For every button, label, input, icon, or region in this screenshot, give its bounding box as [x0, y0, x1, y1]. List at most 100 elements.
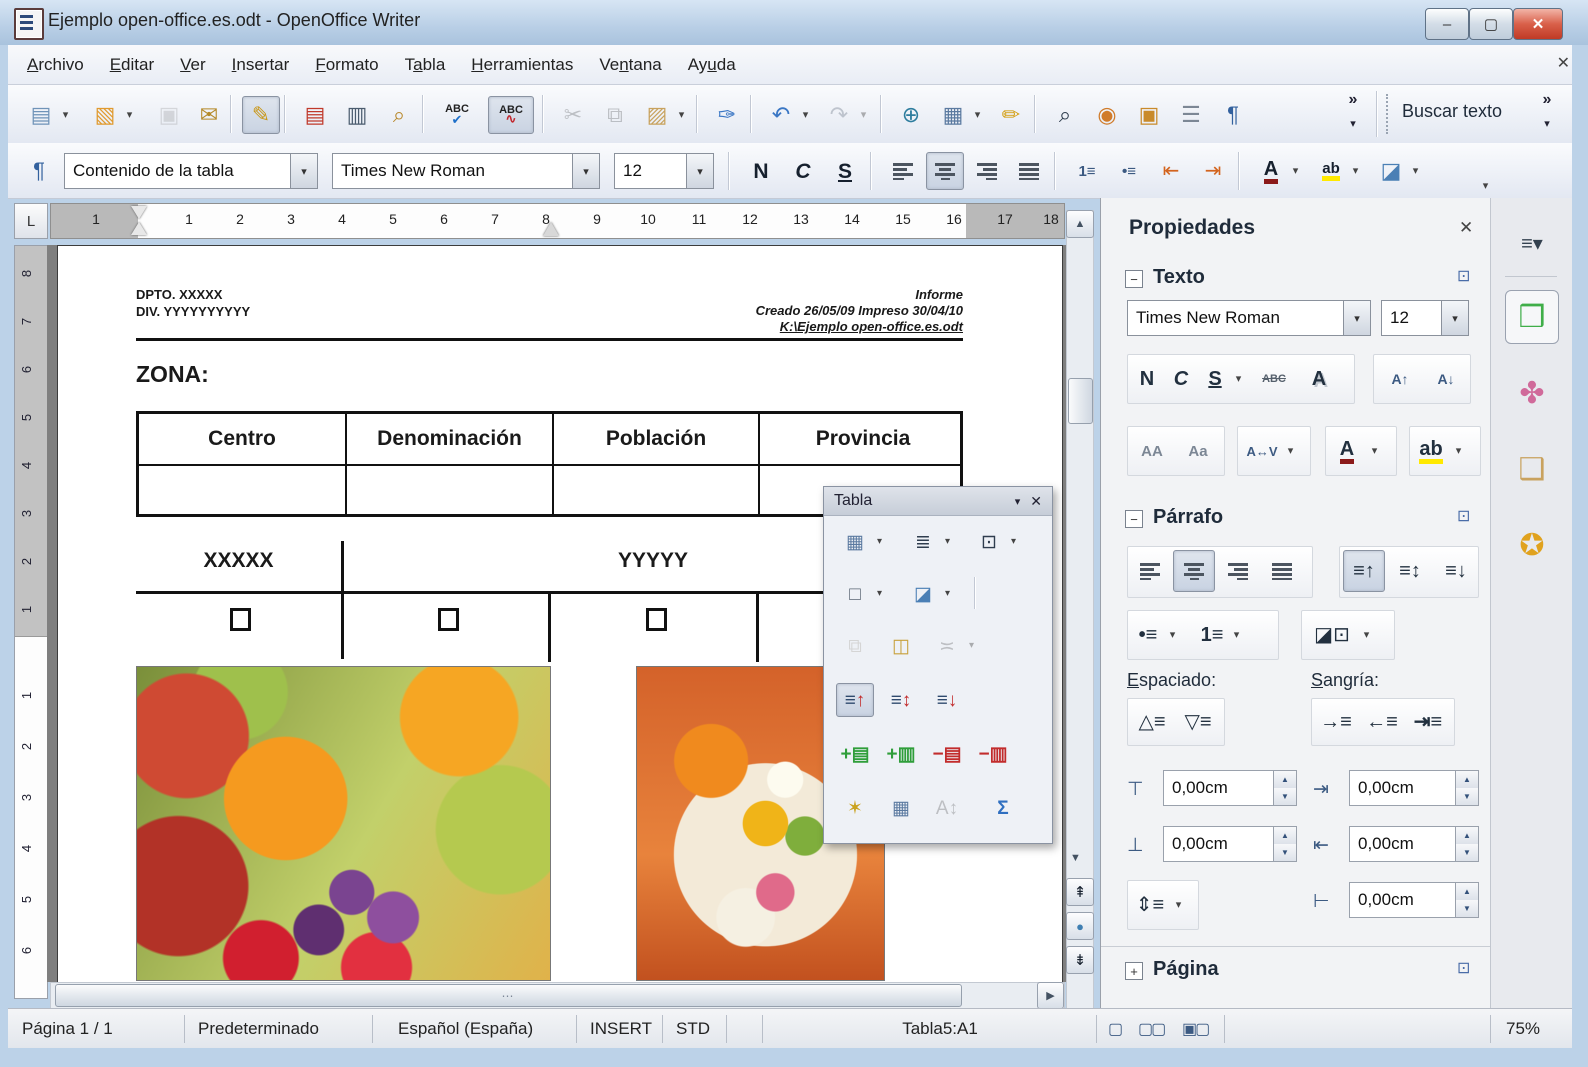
autospellcheck-button[interactable]: ABC∿ — [488, 96, 534, 134]
pal-insert-table-button[interactable]: ▦ — [836, 525, 874, 559]
pal-align-bottom-button[interactable]: ≡↓ — [928, 683, 966, 717]
sb-strikethrough-button[interactable]: ABC — [1251, 358, 1297, 400]
status-insert-mode[interactable]: INSERT — [590, 1019, 652, 1039]
pal-line-style-dropdown[interactable]: ▾ — [941, 525, 954, 557]
table-header-poblacion[interactable]: Población — [554, 427, 758, 451]
sidebar-close-icon[interactable]: ✕ — [1459, 218, 1473, 238]
sb-underline-dropdown[interactable]: ▾ — [1231, 360, 1246, 396]
pal-table-properties-button[interactable]: ▦ — [882, 791, 920, 825]
menu-ver[interactable]: Ver — [167, 49, 219, 81]
view-two-pages-button[interactable]: ▢▢ — [1138, 1019, 1164, 1039]
insert-table-button[interactable]: ▦ — [934, 96, 972, 134]
sb-line-spacing-dropdown[interactable]: ▾ — [1171, 886, 1186, 922]
status-language[interactable]: Español (España) — [398, 1019, 533, 1039]
decrease-indent-button[interactable]: ⇤ — [1152, 152, 1190, 190]
tabla-floating-toolbar[interactable]: Tabla ▾ ✕ ▦ ▾ ≣ ▾ ⊡ ▾ □ ▾ ◪ ▾ ⧉ ◫ ≍ ▾ ≡↑… — [823, 486, 1053, 844]
navigate-by-button[interactable]: ● — [1066, 912, 1094, 940]
new-document-dropdown[interactable]: ▾ — [58, 96, 73, 132]
sb-bullet-list-button[interactable]: •≡ — [1129, 614, 1167, 656]
sb-uppercase-button[interactable]: AA — [1129, 430, 1175, 472]
sb-justify-button[interactable] — [1261, 550, 1303, 592]
tab-gallery[interactable]: ❑ — [1505, 442, 1559, 496]
doc-header-div[interactable]: DIV. YYYYYYYYYY — [136, 304, 250, 319]
data-sources-button[interactable]: ☰ — [1172, 96, 1210, 134]
find-toolbar-overflow[interactable]: » ▾ — [1534, 91, 1560, 130]
align-left-button[interactable] — [884, 152, 922, 190]
find-toolbar-grip[interactable] — [1386, 94, 1394, 134]
ruler-corner[interactable]: L — [14, 203, 48, 239]
sidebar-font-combo[interactable]: Times New Roman ▾ — [1127, 300, 1371, 336]
pal-borders-button[interactable]: ⊡ — [970, 525, 1008, 559]
new-document-button[interactable]: ▤ — [22, 96, 60, 134]
tabla-title-bar[interactable]: Tabla ▾ ✕ — [824, 487, 1052, 516]
doc-header-informe[interactable]: Informe — [558, 287, 963, 302]
status-page[interactable]: Página 1 / 1 — [22, 1019, 113, 1039]
pagina-expand-icon[interactable]: + — [1125, 962, 1143, 980]
combo-arrow-icon[interactable]: ▾ — [290, 154, 317, 188]
draw-functions-button[interactable]: ✏ — [992, 96, 1030, 134]
background-color-button[interactable]: ◪ — [1372, 152, 1410, 190]
pal-border-color-dropdown[interactable]: ▾ — [873, 577, 886, 609]
pal-insert-table-dropdown[interactable]: ▾ — [873, 525, 886, 557]
close-button[interactable]: ✕ — [1513, 8, 1563, 40]
pal-align-top-button[interactable]: ≡↑ — [836, 683, 874, 717]
menu-tabla[interactable]: Tabla — [392, 49, 459, 81]
sb-font-color-dropdown[interactable]: ▾ — [1367, 432, 1382, 468]
undo-dropdown[interactable]: ▾ — [798, 96, 813, 132]
table-header-denominacion[interactable]: Denominación — [347, 427, 552, 451]
sb-char-spacing-dropdown[interactable]: ▾ — [1283, 432, 1298, 468]
scroll-up-button[interactable]: ▲ — [1066, 210, 1094, 238]
sb-increase-indent-button[interactable]: →≡ — [1313, 701, 1359, 743]
sb-lowercase-button[interactable]: Aa — [1175, 430, 1221, 472]
hyperlink-button[interactable]: ⊕ — [892, 96, 930, 134]
increase-indent-button[interactable]: ⇥ — [1194, 152, 1232, 190]
parrafo-collapse-icon[interactable]: − — [1125, 510, 1143, 528]
table-header-centro[interactable]: Centro — [139, 427, 345, 451]
sb-increase-spacing-button[interactable]: △≡ — [1129, 701, 1175, 743]
minimize-button[interactable]: – — [1425, 8, 1469, 40]
tab-navigator[interactable]: ✪ — [1505, 518, 1559, 572]
parrafo-section-header[interactable]: Párrafo — [1153, 506, 1223, 529]
paste-dropdown[interactable]: ▾ — [674, 96, 689, 132]
indent-after-field[interactable]: 0,00cm ▲▼ — [1349, 826, 1479, 862]
view-single-page-button[interactable]: ▢ — [1108, 1019, 1121, 1039]
sub-label-xxxxx[interactable]: XXXXX — [136, 549, 341, 573]
indent-before-field[interactable]: 0,00cm ▲▼ — [1349, 770, 1479, 806]
sidebar-menu-icon[interactable]: ≡▾ — [1505, 216, 1559, 270]
tabla-menu-icon[interactable]: ▾ — [1005, 495, 1031, 508]
highlighting-dropdown[interactable]: ▾ — [1348, 152, 1363, 188]
paragraph-style-combo[interactable]: Contenido de la tabla ▾ — [64, 153, 318, 189]
pal-autoformat-button[interactable]: ✶ — [836, 791, 874, 825]
highlighting-button[interactable]: ab — [1312, 152, 1350, 190]
sb-shadow-button[interactable]: A — [1299, 358, 1339, 400]
doc-header-dpto[interactable]: DPTO. XXXXX — [136, 287, 222, 302]
pal-background-button[interactable]: ◪ — [904, 577, 942, 611]
tab-properties[interactable]: ❒ — [1505, 290, 1559, 344]
parrafo-dialog-launcher-icon[interactable]: ⊡ — [1457, 506, 1470, 526]
first-line-indent-field[interactable]: 0,00cm ▲▼ — [1349, 882, 1479, 918]
sb-hanging-indent-button[interactable]: ⇥≡ — [1405, 701, 1451, 743]
font-size-combo[interactable]: 12 ▾ — [614, 153, 714, 189]
doc-header-ruta[interactable]: K:\Ejemplo open-office.es.odt — [558, 319, 963, 334]
texto-collapse-icon[interactable]: − — [1125, 270, 1143, 288]
menu-ventana[interactable]: Ventana — [586, 49, 674, 81]
texto-dialog-launcher-icon[interactable]: ⊡ — [1457, 266, 1470, 286]
view-book-button[interactable]: ▣▢ — [1182, 1019, 1208, 1039]
sb-decrease-spacing-button[interactable]: ▽≡ — [1175, 701, 1221, 743]
menu-formato[interactable]: Formato — [302, 49, 391, 81]
align-center-button[interactable] — [926, 152, 964, 190]
maximize-button[interactable]: ▢ — [1469, 8, 1513, 40]
font-color-dropdown[interactable]: ▾ — [1288, 152, 1303, 188]
sb-increase-size-button[interactable]: A↑ — [1377, 358, 1423, 400]
pal-center-vertical-button[interactable]: ≡↕ — [882, 683, 920, 717]
texto-section-header[interactable]: Texto — [1153, 266, 1205, 289]
sb-char-spacing-button[interactable]: A↔V — [1239, 430, 1285, 472]
find-replace-button[interactable]: ⌕ — [1046, 96, 1084, 134]
insert-table-dropdown[interactable]: ▾ — [970, 96, 985, 132]
sb-valign-top-button[interactable]: ≡↑ — [1343, 550, 1385, 592]
sb-line-spacing-button[interactable]: ⇕≡ — [1129, 884, 1171, 926]
horizontal-ruler[interactable]: 1 1 2 3 4 5 6 7 8 9 10 11 12 13 14 15 16… — [50, 203, 1065, 239]
background-color-dropdown[interactable]: ▾ — [1408, 152, 1423, 188]
title-bar[interactable]: Ejemplo open-office.es.odt - OpenOffice … — [0, 0, 1588, 46]
doc-header-fecha[interactable]: Creado 26/05/09 Impreso 30/04/10 — [558, 303, 963, 318]
